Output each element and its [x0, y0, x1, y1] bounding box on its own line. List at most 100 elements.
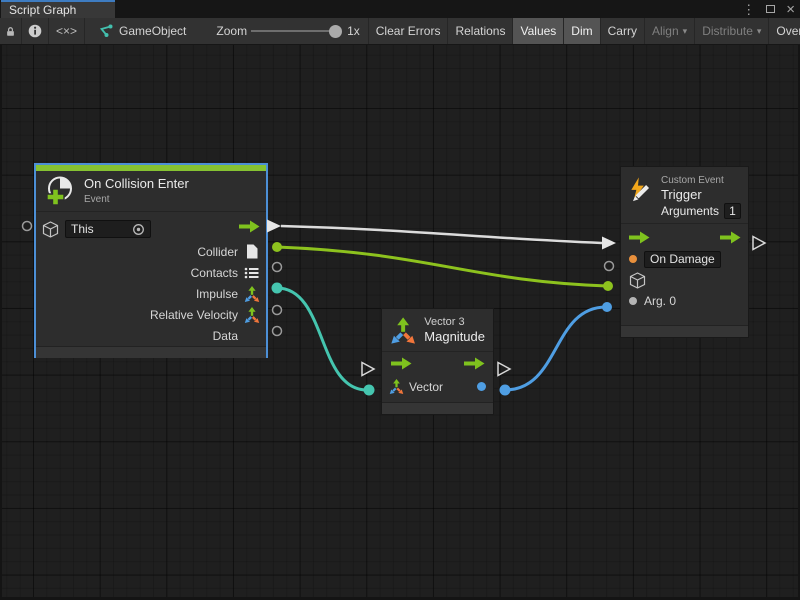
maximize-icon[interactable]	[766, 5, 775, 13]
vector-input-port[interactable]	[364, 385, 375, 396]
zoom-control: Zoom 1x	[194, 18, 367, 44]
close-icon[interactable]: ×	[786, 2, 795, 17]
zoom-slider[interactable]	[251, 30, 337, 32]
string-port-dot[interactable]	[629, 255, 637, 263]
zoom-label: Zoom	[216, 24, 247, 38]
flow-in-port[interactable]	[628, 231, 650, 244]
clear-errors-button[interactable]: Clear Errors	[368, 18, 449, 44]
data-port[interactable]	[273, 327, 282, 336]
relative-velocity-port[interactable]	[273, 306, 282, 315]
object-picker-icon[interactable]	[132, 223, 145, 236]
toolbar-buttons: Clear Errors Relations Values Dim Carry …	[368, 18, 800, 44]
vector3-flow-out-stub[interactable]	[498, 363, 510, 376]
port-row-self: This	[36, 217, 266, 241]
port-row-target[interactable]	[621, 270, 748, 290]
node-vector3-magnitude[interactable]: Vector 3 Magnitude Vector	[381, 308, 494, 415]
code-icon: <×>	[56, 24, 77, 38]
arg0-port-dot[interactable]	[629, 297, 637, 305]
vector3-icon	[390, 317, 416, 344]
node-footer	[382, 402, 493, 414]
window-edge	[0, 45, 2, 600]
custom-event-flow-out-stub[interactable]	[753, 237, 765, 250]
graph-toolbar: <×> GameObject Zoom 1x Clear Errors Rela…	[0, 18, 800, 45]
overview-button[interactable]: Overview	[769, 18, 800, 44]
gameobject-cube-icon	[629, 272, 646, 289]
node-category: Custom Event	[661, 174, 741, 187]
node-footer	[621, 325, 748, 337]
vector3-flow-in-stub[interactable]	[362, 363, 374, 376]
arg0-port[interactable]	[602, 302, 612, 312]
lock-button[interactable]	[0, 18, 22, 44]
tab-script-graph[interactable]: Script Graph	[1, 0, 115, 18]
zoom-slider-handle[interactable]	[329, 25, 342, 38]
caret-down-icon: ▾	[683, 26, 688, 37]
flow-wire[interactable]	[281, 226, 602, 243]
node-on-collision-enter[interactable]: On Collision Enter Event This	[35, 164, 267, 357]
flow-out-port[interactable]	[463, 357, 485, 370]
vector3-icon	[244, 307, 260, 323]
distribute-button[interactable]: Distribute ▾	[695, 18, 769, 44]
magnitude-out-port[interactable]	[500, 385, 511, 396]
graph-owner[interactable]: GameObject	[85, 18, 194, 44]
self-input-port[interactable]	[23, 222, 32, 231]
arguments-label: Arguments	[661, 204, 719, 219]
code-view-button[interactable]: <×>	[49, 18, 85, 44]
port-row-contacts[interactable]: Contacts	[36, 262, 266, 283]
document-icon	[246, 244, 258, 259]
port-row-impulse[interactable]: Impulse	[36, 283, 266, 304]
flow-in-port[interactable]	[390, 357, 412, 370]
node-title: Magnitude	[424, 329, 485, 345]
port-row-vector[interactable]: Vector	[382, 376, 493, 398]
custom-event-icon	[628, 174, 653, 204]
collider-port[interactable]	[272, 242, 282, 252]
gameobject-cube-icon	[42, 221, 59, 238]
caret-down-icon: ▾	[757, 26, 762, 37]
info-button[interactable]	[22, 18, 49, 44]
tab-title: Script Graph	[9, 3, 76, 17]
flow-out-port[interactable]	[719, 231, 741, 244]
arguments-field[interactable]: 1	[724, 203, 741, 219]
node-footer	[36, 346, 266, 358]
self-target-field[interactable]: This	[65, 220, 151, 238]
port-row-data[interactable]: Data	[36, 325, 266, 346]
list-icon	[244, 267, 259, 279]
flow-out-port[interactable]	[238, 220, 260, 238]
values-button[interactable]: Values	[513, 18, 564, 44]
graph-owner-label: GameObject	[119, 24, 186, 38]
dim-button[interactable]: Dim	[564, 18, 600, 44]
flow-wire-start-arrow[interactable]	[267, 220, 281, 233]
port-row-collider[interactable]: Collider	[36, 241, 266, 262]
node-title: On Collision Enter	[84, 176, 189, 192]
node-subtitle: Event	[84, 193, 189, 206]
vector3-icon	[244, 286, 260, 302]
impulse-wire[interactable]	[277, 288, 367, 390]
target-port[interactable]	[603, 281, 613, 291]
info-icon	[28, 24, 42, 38]
flow-arrow-icon	[238, 220, 260, 233]
flow-row	[382, 352, 493, 376]
collider-wire[interactable]	[277, 247, 607, 286]
zoom-value: 1x	[347, 24, 360, 38]
event-name-field[interactable]: On Damage	[644, 251, 721, 268]
impulse-port[interactable]	[272, 283, 283, 294]
event-icon	[44, 175, 76, 207]
port-row-relative-velocity[interactable]: Relative Velocity	[36, 304, 266, 325]
lock-icon	[6, 25, 15, 38]
flow-wire-end-arrow[interactable]	[602, 237, 616, 250]
contacts-port[interactable]	[273, 263, 282, 272]
magnitude-output-port[interactable]	[477, 382, 486, 391]
vector3-icon	[389, 379, 404, 394]
magnitude-wire[interactable]	[505, 307, 606, 390]
port-row-arg0[interactable]: Arg. 0	[621, 290, 748, 311]
node-trigger-custom-event[interactable]: Custom Event Trigger Arguments 1	[620, 166, 749, 338]
event-name-port[interactable]	[605, 262, 614, 271]
align-button[interactable]: Align ▾	[645, 18, 695, 44]
graph-icon	[97, 24, 113, 38]
relations-button[interactable]: Relations	[448, 18, 513, 44]
port-row-event-name[interactable]: On Damage	[621, 248, 748, 270]
tab-strip: Script Graph ⋮ ×	[0, 0, 800, 18]
node-title: Trigger	[661, 187, 741, 203]
graph-canvas[interactable]: On Collision Enter Event This	[0, 45, 800, 600]
carry-button[interactable]: Carry	[601, 18, 645, 44]
menu-icon[interactable]: ⋮	[742, 3, 755, 16]
